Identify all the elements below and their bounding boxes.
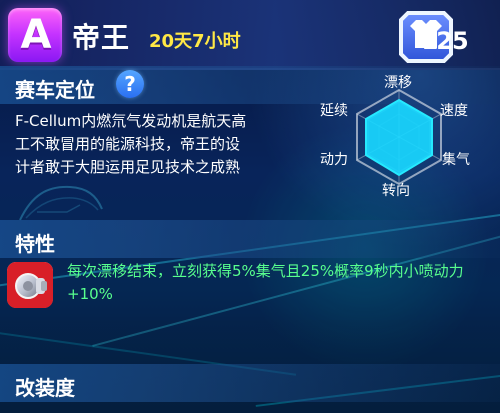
radar-chart: 漂移 延续 速度 动力 集气 转向 bbox=[298, 72, 500, 208]
background-car-outline bbox=[19, 185, 103, 221]
traits-section-bar bbox=[0, 220, 500, 258]
rank-badge: A bbox=[8, 8, 62, 62]
radar-label-continue: 延续 bbox=[320, 103, 348, 119]
level-number: 25 bbox=[436, 27, 468, 55]
car-duration: 20天7小时 bbox=[149, 31, 241, 52]
car-name: 帝王 bbox=[72, 21, 131, 54]
positioning-description: F-Cellum内燃氘气发动机是航天高 工不敢冒用的能源科技，帝王的设 计者敢于… bbox=[15, 112, 247, 176]
trait-description: 每次漂移结束，立刻获得5%集气且25%概率9秒内小喷动力+10% bbox=[67, 262, 464, 303]
radar-label-drift: 漂移 bbox=[384, 75, 412, 91]
trait-engine-icon bbox=[7, 262, 53, 308]
radar-label-steering: 转向 bbox=[382, 183, 410, 199]
radar-label-power: 动力 bbox=[320, 152, 348, 168]
traits-title: 特性 bbox=[15, 232, 55, 256]
level-text: L25 bbox=[422, 27, 469, 55]
radar-label-speed: 速度 bbox=[440, 103, 468, 119]
positioning-title: 赛车定位 bbox=[15, 78, 95, 102]
help-icon[interactable]: ? bbox=[116, 70, 144, 98]
level-prefix: L bbox=[422, 27, 437, 55]
radar-label-charge: 集气 bbox=[442, 152, 470, 168]
modification-title: 改装度 bbox=[15, 376, 75, 400]
car-detail-header: A 帝王 20天7小时 L25 bbox=[0, 0, 500, 70]
modification-section-bar bbox=[0, 364, 500, 402]
